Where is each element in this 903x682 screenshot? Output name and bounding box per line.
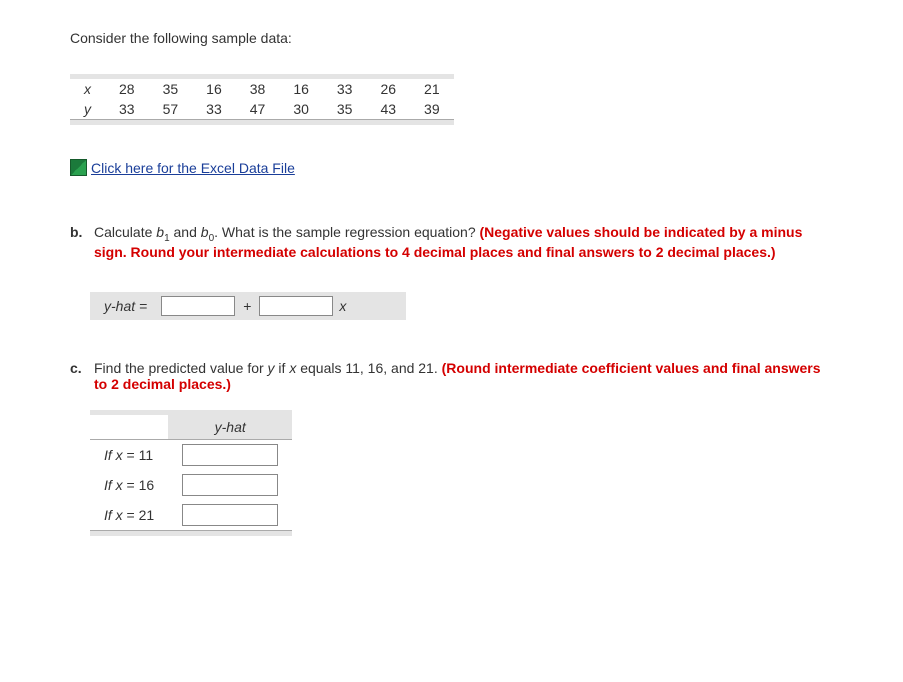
yhat-input-16[interactable] bbox=[182, 474, 278, 496]
table-row: If x = 16 bbox=[90, 470, 292, 500]
pred-row-label: If x = 21 bbox=[90, 500, 168, 531]
yhat-label: y-hat = bbox=[90, 292, 161, 320]
y-label: y bbox=[70, 99, 105, 120]
prediction-table: y-hat If x = 11 If x = 16 If x = 21 bbox=[90, 410, 292, 536]
question-b: b. Calculate b1 and b0. What is the samp… bbox=[70, 224, 833, 260]
marker-b: b. bbox=[70, 224, 86, 260]
cell: 35 bbox=[149, 79, 193, 99]
table-row: x 28 35 16 38 16 33 26 21 bbox=[70, 79, 454, 99]
cell: 26 bbox=[366, 79, 410, 99]
regression-equation: y-hat = + x bbox=[90, 292, 406, 320]
cell: 33 bbox=[323, 79, 367, 99]
cell: 28 bbox=[105, 79, 149, 99]
cell: 30 bbox=[279, 99, 323, 120]
x-label: x bbox=[70, 79, 105, 99]
cell: 47 bbox=[236, 99, 280, 120]
question-c: c. Find the predicted value for y if x e… bbox=[70, 360, 833, 392]
x-variable: x bbox=[333, 298, 346, 314]
table-row: If x = 21 bbox=[90, 500, 292, 531]
question-b-text: Calculate b1 and b0. What is the sample … bbox=[94, 224, 833, 260]
cell: 43 bbox=[366, 99, 410, 120]
excel-icon bbox=[70, 159, 87, 176]
cell: 57 bbox=[149, 99, 193, 120]
excel-data-link[interactable]: Click here for the Excel Data File bbox=[70, 159, 295, 176]
plus-sign: + bbox=[235, 298, 259, 314]
cell: 35 bbox=[323, 99, 367, 120]
b0-input[interactable] bbox=[161, 296, 235, 316]
cell: 39 bbox=[410, 99, 454, 120]
b1-input[interactable] bbox=[259, 296, 333, 316]
pred-row-label: If x = 11 bbox=[90, 439, 168, 470]
excel-link-text: Click here for the Excel Data File bbox=[91, 160, 295, 176]
yhat-input-11[interactable] bbox=[182, 444, 278, 466]
cell: 16 bbox=[279, 79, 323, 99]
table-row: If x = 11 bbox=[90, 439, 292, 470]
cell: 33 bbox=[105, 99, 149, 120]
pred-row-label: If x = 16 bbox=[90, 470, 168, 500]
marker-c: c. bbox=[70, 360, 86, 392]
intro-text: Consider the following sample data: bbox=[70, 30, 833, 46]
question-c-text: Find the predicted value for y if x equa… bbox=[94, 360, 833, 392]
yhat-input-21[interactable] bbox=[182, 504, 278, 526]
cell: 16 bbox=[192, 79, 236, 99]
cell: 38 bbox=[236, 79, 280, 99]
cell: 33 bbox=[192, 99, 236, 120]
table-row: y 33 57 33 47 30 35 43 39 bbox=[70, 99, 454, 120]
yhat-header: y-hat bbox=[168, 415, 292, 440]
cell: 21 bbox=[410, 79, 454, 99]
sample-data-table: x 28 35 16 38 16 33 26 21 y 33 57 33 47 … bbox=[70, 74, 454, 125]
